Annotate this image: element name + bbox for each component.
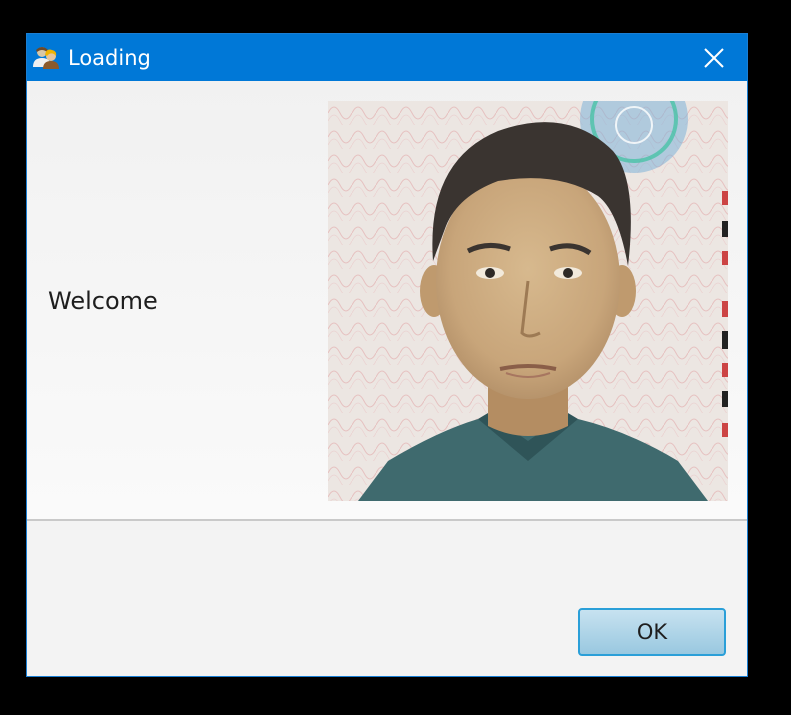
id-portrait-photo bbox=[328, 101, 728, 501]
title-bar[interactable]: Loading bbox=[27, 34, 747, 81]
ok-button[interactable]: OK bbox=[578, 608, 726, 656]
window-title: Loading bbox=[68, 46, 151, 70]
dialog-footer: OK bbox=[27, 521, 747, 676]
loading-dialog: Loading Welcome OK bbox=[26, 33, 748, 677]
close-icon bbox=[704, 47, 724, 68]
dialog-content: Welcome bbox=[27, 81, 747, 519]
welcome-message: Welcome bbox=[48, 287, 158, 315]
close-button[interactable] bbox=[681, 34, 747, 81]
users-icon bbox=[32, 45, 62, 69]
